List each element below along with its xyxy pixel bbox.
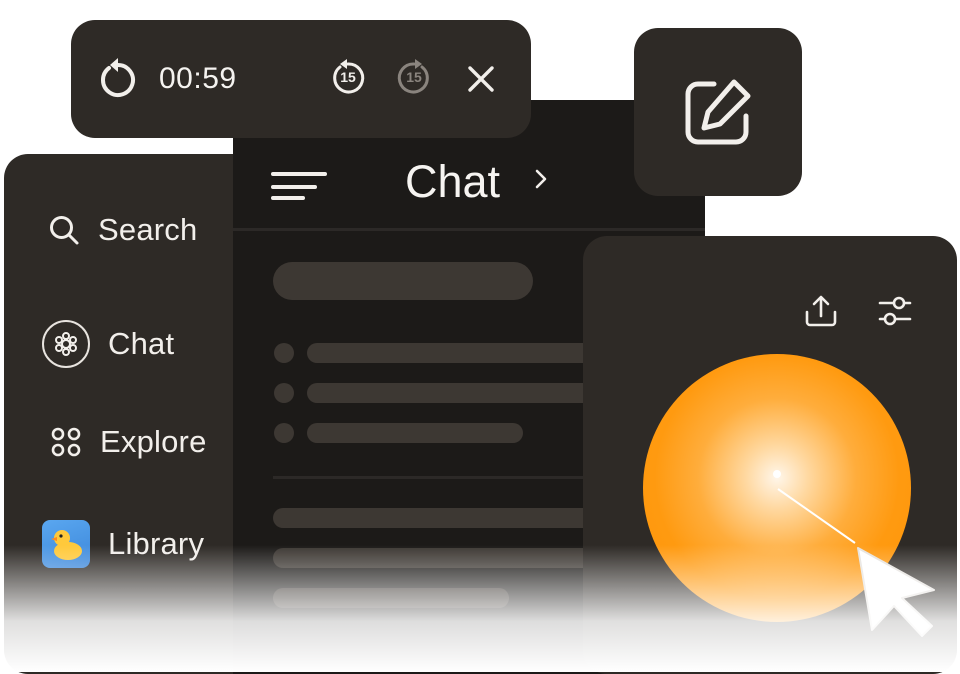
share-icon[interactable] bbox=[804, 294, 838, 328]
sidebar-search-label: Search bbox=[98, 212, 198, 247]
sidebar-item-chat[interactable]: Chat bbox=[42, 320, 174, 368]
skeleton-bullet bbox=[274, 383, 294, 403]
close-icon[interactable] bbox=[467, 65, 495, 93]
timer: 00:59 bbox=[159, 62, 237, 95]
restart-icon[interactable] bbox=[95, 56, 141, 102]
skeleton-title bbox=[273, 262, 533, 300]
compose-button[interactable] bbox=[634, 28, 802, 196]
search-icon bbox=[50, 216, 79, 245]
forward-15-label: 15 bbox=[406, 69, 422, 85]
skeleton-bullet bbox=[274, 343, 294, 363]
sidebar-item-explore[interactable]: Explore bbox=[50, 424, 207, 460]
skeleton-line bbox=[307, 423, 523, 443]
pointer-line bbox=[773, 470, 856, 544]
library-duck-thumbnail bbox=[42, 520, 90, 568]
forward-15-button[interactable]: 15 bbox=[394, 58, 434, 98]
menu-icon[interactable] bbox=[271, 170, 327, 202]
grid-dots-icon bbox=[51, 427, 81, 457]
compose-icon bbox=[685, 79, 751, 145]
chevron-right-icon[interactable] bbox=[533, 168, 549, 190]
pointer-cursor-icon bbox=[857, 547, 935, 637]
sidebar-item-label: Explore bbox=[100, 424, 207, 459]
skeleton-bullet bbox=[274, 423, 294, 443]
sidebar-item-library[interactable]: Library bbox=[42, 520, 204, 568]
audio-player-bar: 00:59 15 15 bbox=[71, 20, 531, 138]
rewind-15-button[interactable]: 15 bbox=[328, 58, 368, 98]
chat-logo-icon bbox=[42, 320, 90, 368]
sidebar-item-label: Chat bbox=[108, 326, 175, 361]
sidebar-search[interactable]: Search bbox=[48, 212, 197, 248]
rewind-15-label: 15 bbox=[340, 69, 356, 85]
settings-sliders-icon[interactable] bbox=[878, 294, 912, 328]
sidebar-item-label: Library bbox=[108, 526, 205, 561]
page-title[interactable]: Chat bbox=[405, 156, 500, 208]
skeleton-line bbox=[273, 588, 509, 608]
